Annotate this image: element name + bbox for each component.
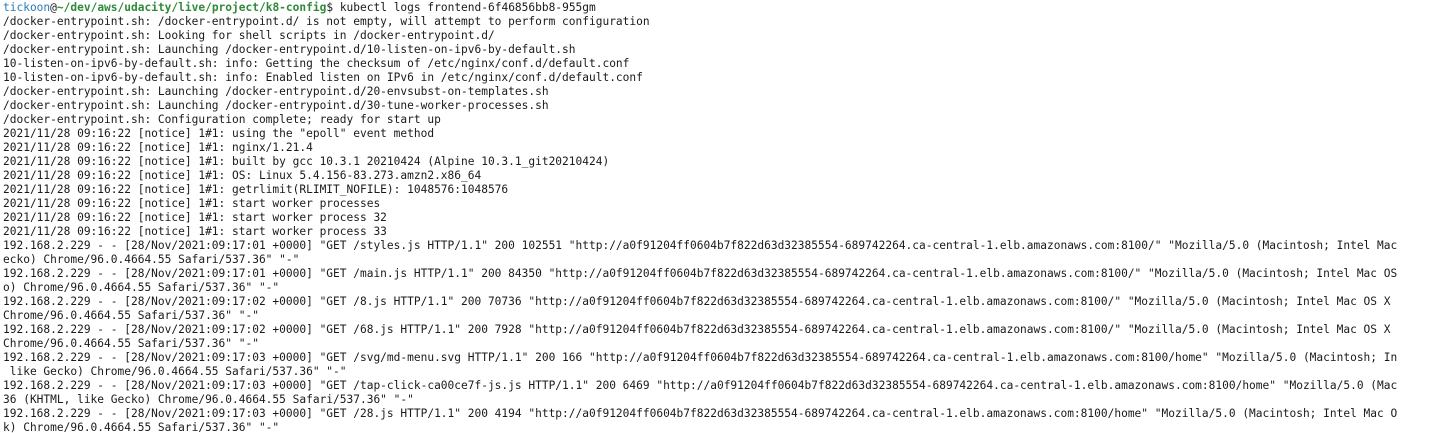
log-line: ecko) Chrome/96.0.4664.55 Safari/537.36"… — [3, 253, 300, 266]
log-line: 2021/11/28 09:16:22 [notice] 1#1: OS: Li… — [3, 169, 482, 182]
log-line: 192.168.2.229 - - [28/Nov/2021:09:17:02 … — [3, 323, 1391, 336]
log-line: 10-listen-on-ipv6-by-default.sh: info: E… — [3, 71, 643, 84]
terminal-window[interactable]: tickoon@~/dev/aws/udacity/live/project/k… — [0, 0, 1452, 433]
log-line: like Gecko) Chrome/96.0.4664.55 Safari/5… — [3, 365, 347, 378]
log-line: /docker-entrypoint.sh: Looking for shell… — [3, 29, 495, 42]
terminal-output: tickoon@~/dev/aws/udacity/live/project/k… — [3, 1, 1452, 433]
log-line: k) Chrome/96.0.4664.55 Safari/537.36" "-… — [3, 421, 280, 433]
prompt-symbol: $ — [326, 1, 340, 14]
prompt-user: tickoon — [3, 1, 51, 14]
log-line: 2021/11/28 09:16:22 [notice] 1#1: start … — [3, 197, 381, 210]
log-line: o) Chrome/96.0.4664.55 Safari/537.36" "-… — [3, 281, 280, 294]
log-line: 192.168.2.229 - - [28/Nov/2021:09:17:03 … — [3, 407, 1398, 420]
log-line: 192.168.2.229 - - [28/Nov/2021:09:17:03 … — [3, 379, 1398, 392]
log-line: 36 (KHTML, like Gecko) Chrome/96.0.4664.… — [3, 393, 414, 406]
log-line: 192.168.2.229 - - [28/Nov/2021:09:17:01 … — [3, 267, 1398, 280]
log-line: /docker-entrypoint.sh: Launching /docker… — [3, 43, 576, 56]
log-line: 2021/11/28 09:16:22 [notice] 1#1: nginx/… — [3, 141, 313, 154]
log-line: 192.168.2.229 - - [28/Nov/2021:09:17:03 … — [3, 351, 1398, 364]
log-line: /docker-entrypoint.sh: Configuration com… — [3, 113, 441, 126]
log-line: /docker-entrypoint.sh: Launching /docker… — [3, 99, 549, 112]
log-line: Chrome/96.0.4664.55 Safari/537.36" "-" — [3, 309, 259, 322]
log-line: 192.168.2.229 - - [28/Nov/2021:09:17:02 … — [3, 295, 1391, 308]
log-line: 192.168.2.229 - - [28/Nov/2021:09:17:01 … — [3, 239, 1398, 252]
log-line: 10-listen-on-ipv6-by-default.sh: info: G… — [3, 57, 630, 70]
prompt-command: kubectl logs frontend-6f46856bb8-955gm — [339, 1, 596, 14]
log-line: 2021/11/28 09:16:22 [notice] 1#1: start … — [3, 211, 387, 224]
log-line: /docker-entrypoint.sh: Launching /docker… — [3, 85, 549, 98]
log-line: /docker-entrypoint.sh: /docker-entrypoin… — [3, 15, 650, 28]
log-output: /docker-entrypoint.sh: /docker-entrypoin… — [3, 15, 1452, 433]
log-line: 2021/11/28 09:16:22 [notice] 1#1: getrli… — [3, 183, 509, 196]
log-line: 2021/11/28 09:16:22 [notice] 1#1: start … — [3, 225, 387, 238]
prompt-at: @ — [50, 1, 57, 14]
log-line: 2021/11/28 09:16:22 [notice] 1#1: using … — [3, 127, 435, 140]
prompt-cwd: ~/dev/aws/udacity/live/project/k8-config — [56, 1, 327, 14]
log-line: 2021/11/28 09:16:22 [notice] 1#1: built … — [3, 155, 610, 168]
prompt-line: tickoon@~/dev/aws/udacity/live/project/k… — [3, 1, 1452, 15]
log-line: Chrome/96.0.4664.55 Safari/537.36" "-" — [3, 337, 259, 350]
